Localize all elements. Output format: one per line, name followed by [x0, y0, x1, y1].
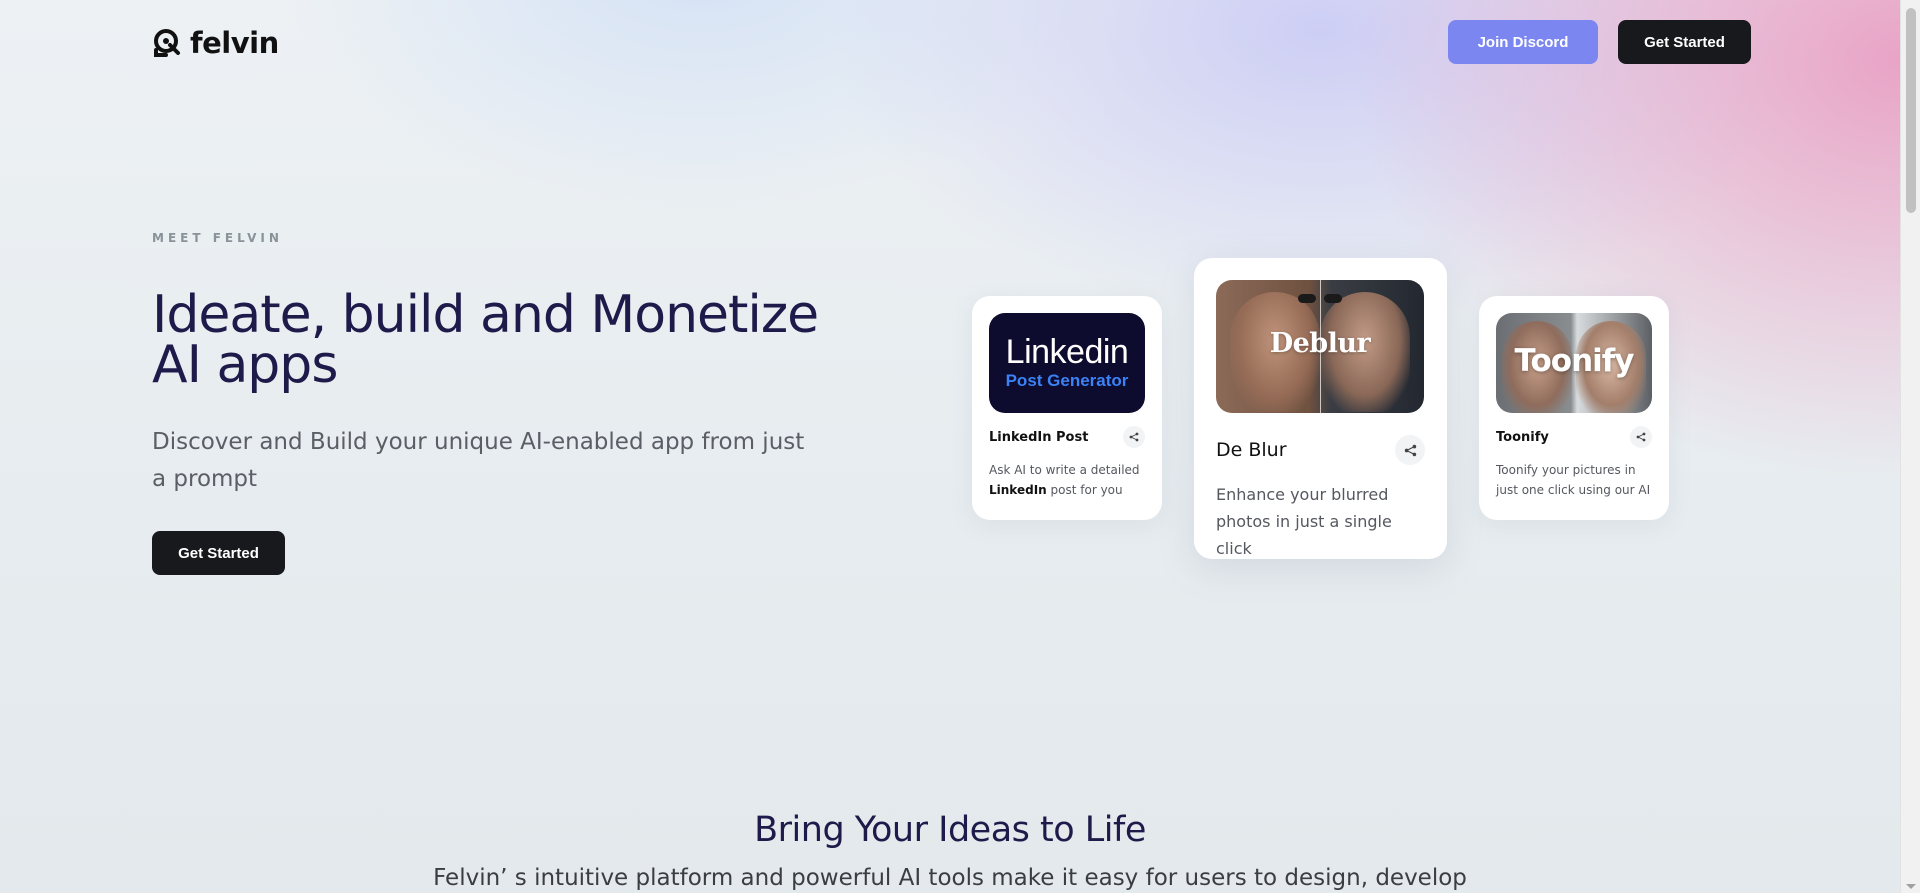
brand-logo[interactable]: felvin: [152, 26, 279, 60]
share-icon[interactable]: [1630, 426, 1652, 448]
card-description: Enhance your blurred photos in just a si…: [1216, 485, 1392, 558]
card-title: De Blur: [1216, 439, 1287, 461]
header-get-started-button[interactable]: Get Started: [1618, 20, 1751, 64]
thumbnail-title: Deblur: [1269, 328, 1371, 359]
brand-name: felvin: [190, 26, 279, 60]
card-title: Toonify: [1496, 429, 1549, 445]
join-discord-button[interactable]: Join Discord: [1448, 20, 1598, 64]
landing-page: felvin Join Discord Get Started MEET FEL…: [0, 0, 1900, 893]
section-subtitle: Felvin’ s intuitive platform and powerfu…: [433, 865, 1467, 891]
toonify-thumbnail: Toonify: [1496, 313, 1652, 413]
thumbnail-title: Toonify: [1514, 343, 1634, 379]
vertical-scrollbar[interactable]: [1900, 0, 1920, 893]
linkedin-thumbnail: Linkedin Post Generator: [989, 313, 1145, 413]
hero-eyebrow: MEET FELVIN: [152, 231, 283, 245]
thumbnail-subtitle: Post Generator: [1005, 370, 1129, 390]
hero-title: Ideate, build and Monetize AI apps: [152, 285, 819, 395]
share-icon[interactable]: [1123, 426, 1145, 448]
card-description: Ask AI to write a detailed LinkedIn post…: [989, 463, 1140, 497]
felvin-logo-icon: [154, 29, 180, 57]
hero-get-started-button[interactable]: Get Started: [152, 531, 285, 575]
app-card-linkedin-post[interactable]: Linkedin Post Generator LinkedIn Post As…: [972, 296, 1162, 520]
section-title: Bring Your Ideas to Life: [754, 810, 1146, 850]
scroll-down-arrow-icon[interactable]: [1906, 884, 1916, 889]
app-card-de-blur[interactable]: Deblur De Blur Enhance your blurred phot…: [1194, 258, 1447, 559]
hero-subtitle: Discover and Build your unique AI-enable…: [152, 429, 805, 492]
deblur-thumbnail: Deblur: [1216, 280, 1424, 413]
scrollbar-thumb[interactable]: [1906, 8, 1916, 213]
share-icon[interactable]: [1395, 435, 1425, 465]
app-card-toonify[interactable]: Toonify Toonify Toonify your pictures in…: [1479, 296, 1669, 520]
card-description: Toonify your pictures in just one click …: [1496, 463, 1651, 497]
thumbnail-title: Linkedin: [1005, 332, 1129, 371]
card-title: LinkedIn Post: [989, 429, 1089, 445]
